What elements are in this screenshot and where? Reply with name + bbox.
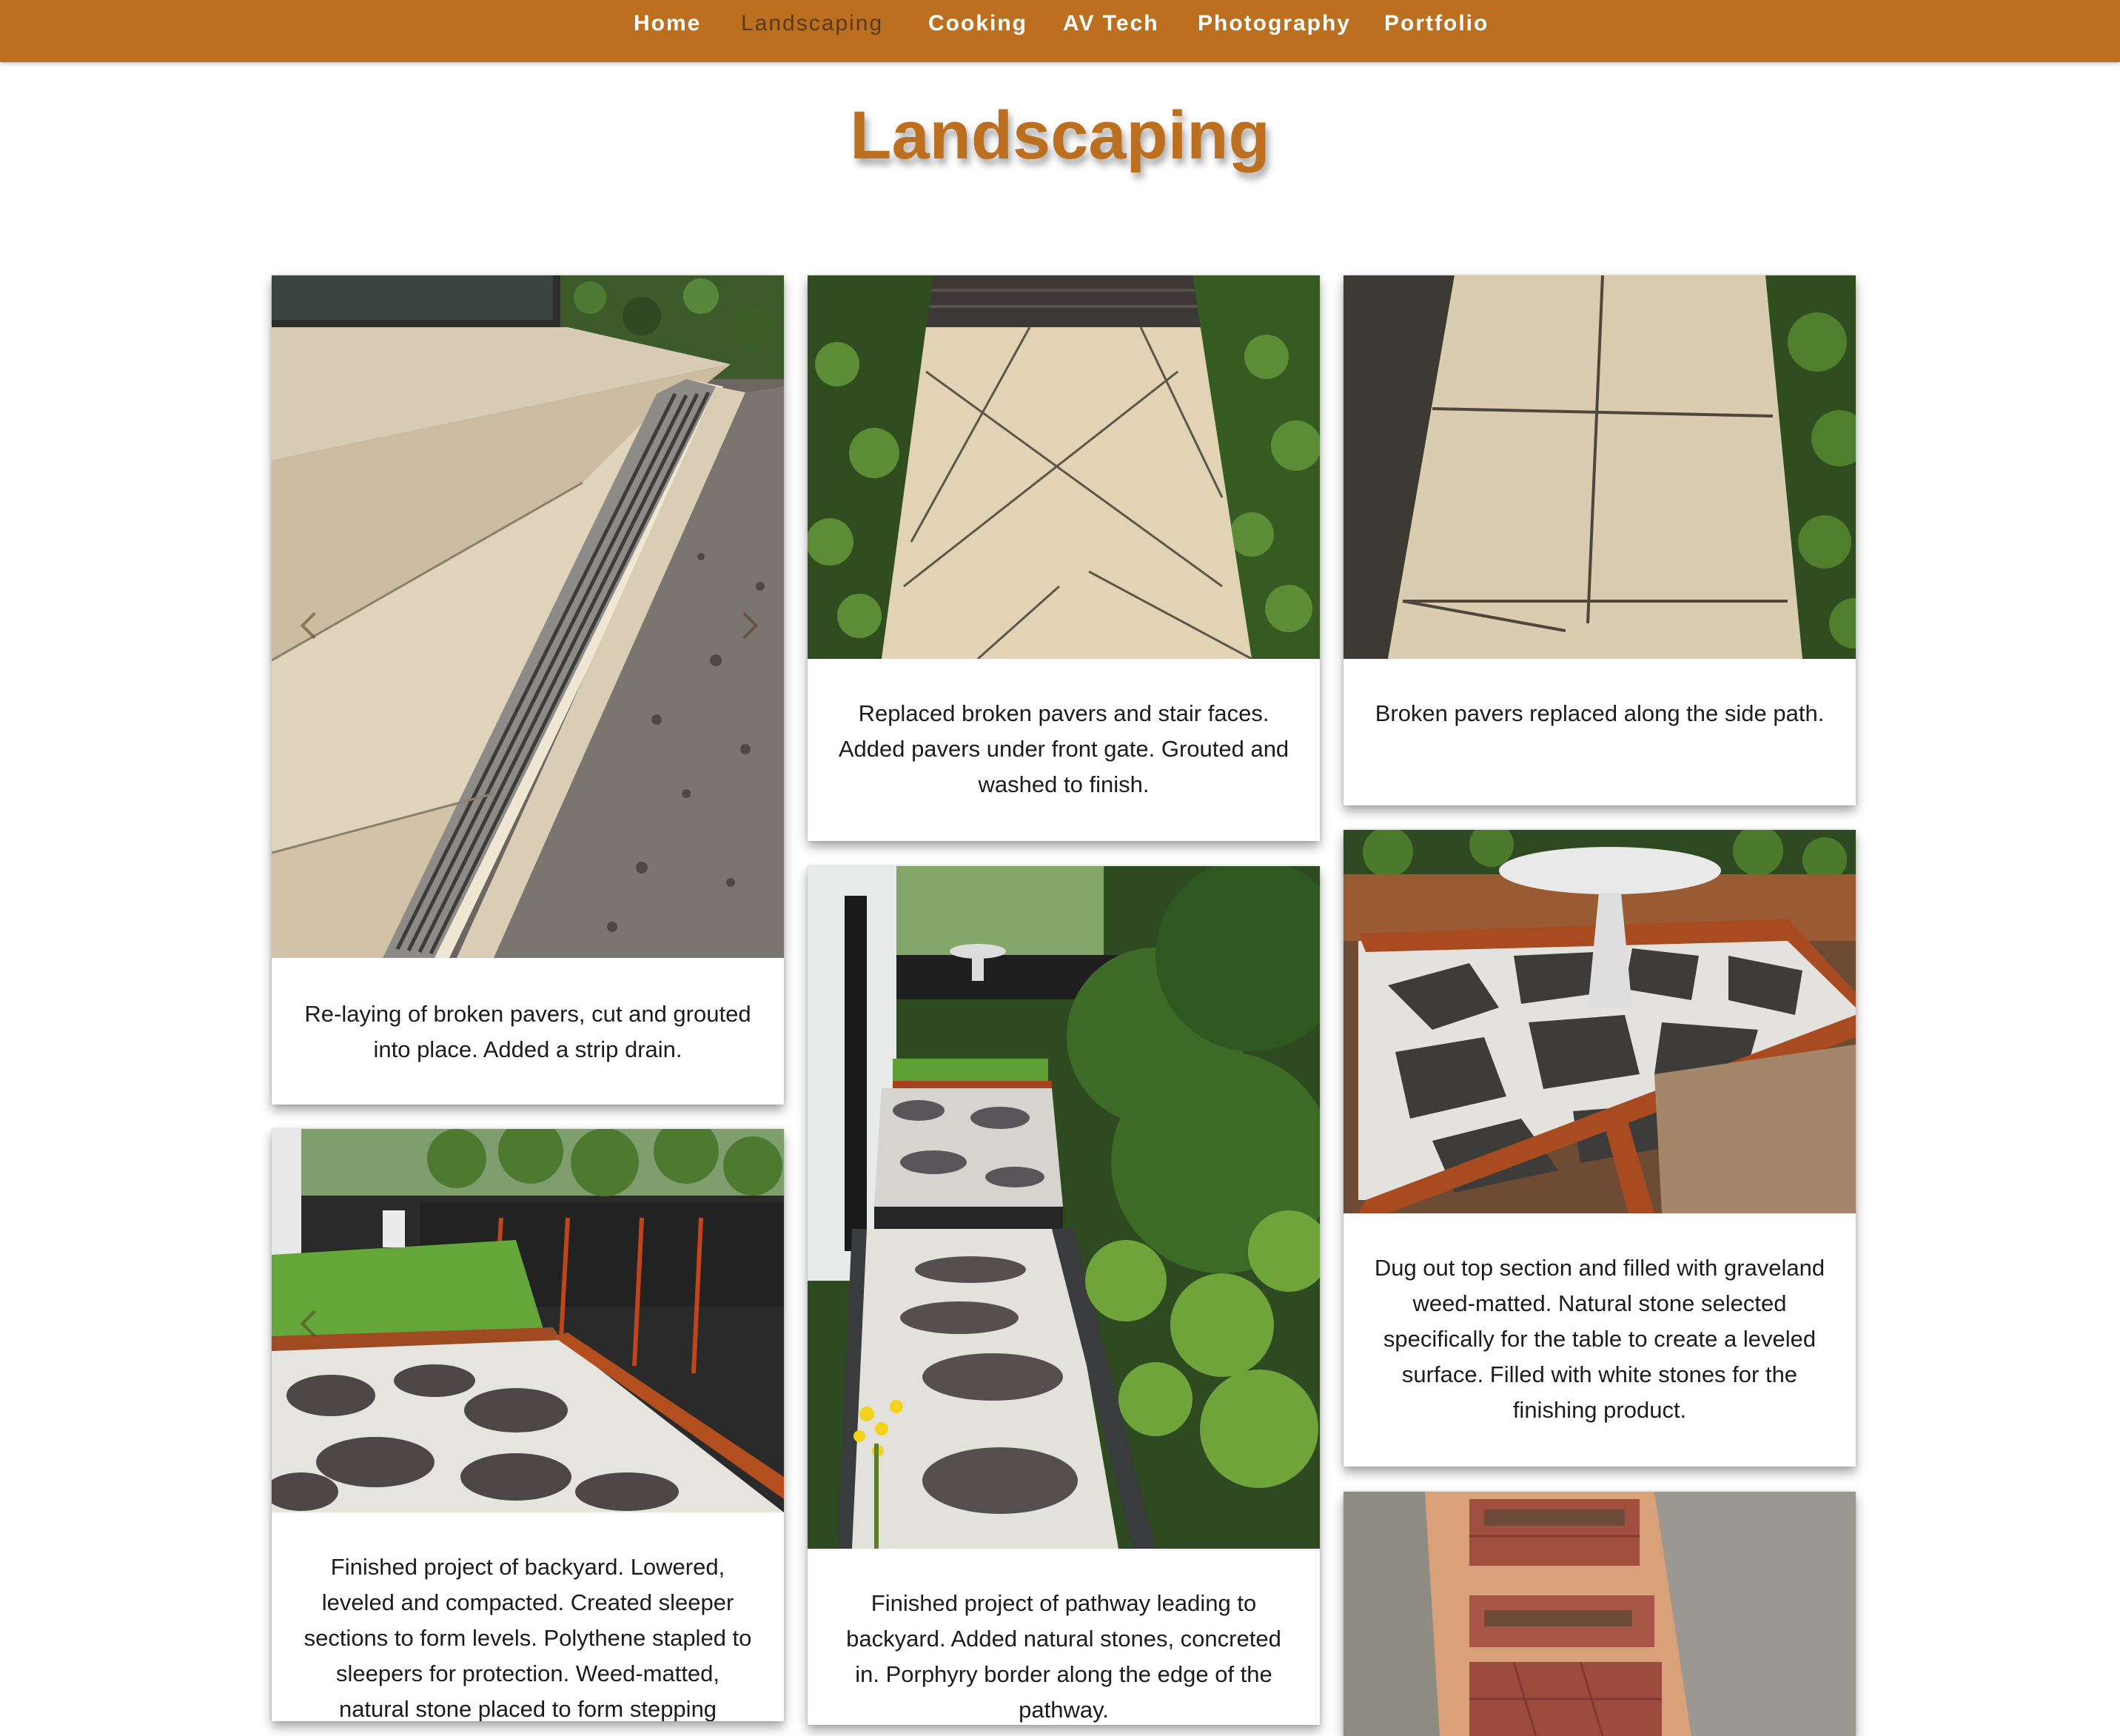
gallery-card[interactable]: Finished project of pathway leading to b… [808, 866, 1320, 1725]
top-navbar: Home Landscaping Cooking AV Tech Photogr… [0, 0, 2120, 62]
card-caption: Re-laying of broken pavers, cut and grou… [304, 1001, 751, 1062]
page-title: Landscaping [850, 98, 1270, 173]
gallery-card[interactable] [1344, 1492, 1856, 1736]
photo-paver-step-strip-drain[interactable] [272, 275, 784, 958]
gallery-card[interactable]: Broken pavers replaced along the side pa… [1344, 275, 1856, 805]
gallery-card[interactable]: Dug out top section and filled with grav… [1344, 830, 1856, 1467]
nav-item-portfolio[interactable]: Portfolio [1384, 7, 1489, 40]
card-caption: Replaced broken pavers and stair faces. … [838, 700, 1289, 797]
nav-menu: Home Landscaping Cooking AV Tech Photogr… [0, 0, 2120, 47]
photo-finished-backyard[interactable] [272, 1129, 784, 1512]
card-caption: Finished project of backyard. Lowered, l… [303, 1554, 752, 1721]
gallery-card[interactable]: Re-laying of broken pavers, cut and grou… [272, 275, 784, 1105]
nav-item-av-tech[interactable]: AV Tech [1063, 7, 1159, 40]
gallery-card[interactable]: Finished project of backyard. Lowered, l… [272, 1129, 784, 1721]
card-caption: Broken pavers replaced along the side pa… [1375, 700, 1825, 726]
photo-pathway-to-backyard[interactable] [808, 866, 1320, 1549]
photo-brick-paver-steps[interactable] [1344, 1492, 1856, 1736]
nav-item-photography[interactable]: Photography [1198, 7, 1351, 40]
card-caption: Finished project of pathway leading to b… [846, 1590, 1281, 1723]
nav-item-landscaping[interactable]: Landscaping [741, 7, 883, 40]
photo-stone-table-area[interactable] [1344, 830, 1856, 1213]
gallery-card[interactable]: Replaced broken pavers and stair faces. … [808, 275, 1320, 841]
photo-front-gate-pavers[interactable] [808, 275, 1320, 659]
nav-item-cooking[interactable]: Cooking [928, 7, 1027, 40]
photo-side-path-pavers[interactable] [1344, 275, 1856, 659]
nav-item-home[interactable]: Home [634, 7, 701, 40]
card-caption: Dug out top section and filled with grav… [1374, 1255, 1825, 1423]
